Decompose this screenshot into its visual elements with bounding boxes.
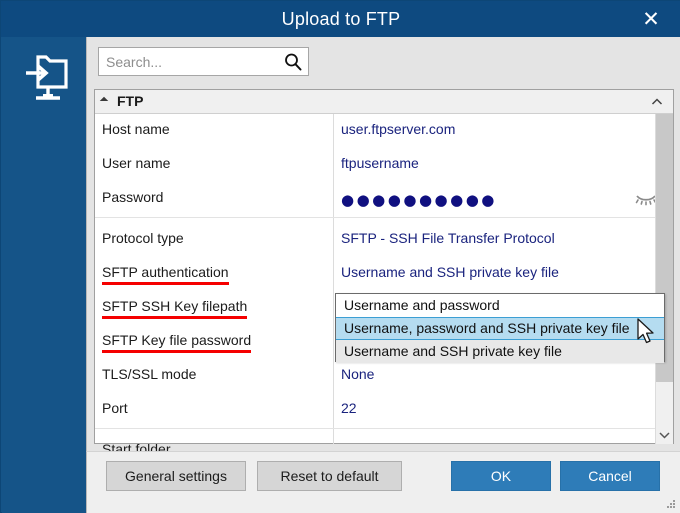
row-separator — [95, 217, 655, 218]
property-label-text: Protocol type — [102, 230, 184, 246]
property-label-text: Password — [102, 189, 164, 205]
resize-grip-icon[interactable] — [664, 498, 676, 510]
property-label-text: SFTP Key file password — [102, 332, 252, 348]
dialog-content: FTP Host name user.ftpserver.com User name… — [86, 37, 680, 457]
property-label-text: User name — [102, 155, 171, 171]
search-icon[interactable] — [283, 52, 303, 72]
property-label: SFTP authentication — [102, 264, 229, 285]
property-label: Host name — [102, 121, 170, 137]
ftp-group-header[interactable]: FTP — [95, 90, 673, 114]
property-row[interactable]: Host name user.ftpserver.com — [95, 114, 655, 148]
vertical-scrollbar[interactable] — [655, 114, 673, 444]
ok-button[interactable]: OK — [451, 461, 551, 491]
dropdown-option[interactable]: Username and password — [336, 294, 664, 317]
property-row[interactable]: Password ●●●●●●●●●● — [95, 182, 657, 216]
sftp-authentication-dropdown[interactable]: Username and password Username, password … — [335, 293, 665, 363]
property-label-text: SFTP SSH Key filepath — [102, 298, 248, 314]
close-button[interactable]: ✕ — [631, 5, 671, 33]
property-row[interactable]: Protocol type SFTP - SSH File Transfer Pr… — [95, 223, 655, 257]
window-title: Upload to FTP — [281, 9, 401, 29]
property-row[interactable]: TLS/SSL mode None — [95, 359, 655, 393]
chevron-down-icon[interactable] — [656, 426, 673, 444]
property-label-text: Host name — [102, 121, 170, 137]
dialog-sidebar — [2, 37, 86, 513]
general-settings-button[interactable]: General settings — [106, 461, 246, 491]
reset-to-default-button[interactable]: Reset to default — [257, 461, 402, 491]
property-label: Port — [102, 400, 128, 416]
group-label: FTP — [117, 93, 144, 109]
chevron-up-icon[interactable] — [649, 94, 665, 110]
property-row[interactable]: SFTP authentication Username and SSH priv… — [95, 257, 655, 291]
cancel-button[interactable]: Cancel — [560, 461, 660, 491]
dropdown-option[interactable]: Username and SSH private key file — [336, 340, 664, 363]
upload-to-ftp-dialog: Upload to FTP ✕ Search... FTP Host name … — [0, 0, 680, 513]
dialog-footer: General settings Reset to default OK Can… — [86, 451, 680, 513]
eye-closed-icon[interactable] — [635, 190, 657, 206]
search-input[interactable] — [99, 48, 279, 75]
property-row[interactable]: Port 22 — [95, 393, 655, 427]
red-underline — [102, 350, 252, 353]
property-label: TLS/SSL mode — [102, 366, 196, 382]
password-mask[interactable]: ●●●●●●●●●● — [341, 193, 497, 208]
property-value[interactable]: SFTP - SSH File Transfer Protocol — [341, 230, 555, 246]
search-box[interactable] — [98, 47, 309, 76]
red-underline — [102, 316, 248, 319]
property-value[interactable]: user.ftpserver.com — [341, 121, 455, 137]
property-label: Password — [102, 189, 163, 205]
property-value[interactable]: None — [341, 366, 374, 382]
property-label: User name — [102, 155, 170, 171]
property-label-text: SFTP authentication — [102, 264, 229, 280]
property-label-text: TLS/SSL mode — [102, 366, 197, 382]
dropdown-option[interactable]: Username, password and SSH private key f… — [336, 317, 664, 340]
titlebar: Upload to FTP ✕ — [1, 1, 680, 37]
property-label: Protocol type — [102, 230, 184, 246]
property-label: SFTP SSH Key filepath — [102, 298, 248, 319]
property-row[interactable]: User name ftpusername — [95, 148, 655, 182]
property-rows: Host name user.ftpserver.com User name ftpu… — [95, 114, 657, 457]
expand-triangle-icon[interactable] — [99, 96, 109, 106]
property-value[interactable]: Username and SSH private key file — [341, 264, 559, 280]
property-label-text: Port — [102, 400, 128, 416]
monitor-upload-icon — [16, 51, 72, 107]
property-grid: FTP Host name user.ftpserver.com User name… — [94, 89, 674, 457]
property-value[interactable]: ftpusername — [341, 155, 419, 171]
row-separator — [95, 428, 655, 429]
red-underline — [102, 282, 229, 285]
property-label: SFTP Key file password — [102, 332, 252, 353]
property-value[interactable]: 22 — [341, 400, 357, 416]
